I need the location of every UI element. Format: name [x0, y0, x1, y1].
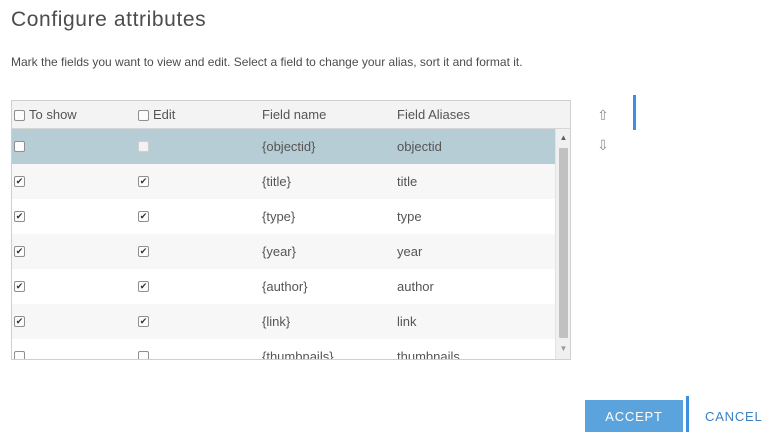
header-to-show[interactable]: To show [14, 101, 77, 129]
arrow-down-icon[interactable]: ⇩ [592, 134, 614, 156]
focus-indicator [633, 95, 636, 130]
header-field-aliases-label: Field Aliases [397, 107, 470, 122]
show-checkbox[interactable]: ✔ [14, 246, 25, 257]
field-alias-cell[interactable]: author [397, 269, 434, 304]
table-row[interactable]: ✔ ✔ {link} link [12, 304, 555, 339]
table-body: {objectid} objectid ✔ ✔ {title} title ✔ ✔ {type}… [12, 129, 555, 360]
cell-edit: ✔ [138, 199, 149, 234]
field-alias-cell[interactable]: type [397, 199, 422, 234]
field-name-cell: {title} [262, 174, 291, 189]
field-name-cell: {objectid} [262, 139, 316, 154]
cell-edit [138, 339, 149, 359]
show-checkbox[interactable]: ✔ [14, 316, 25, 327]
table-scrollbar[interactable]: ▲ ▼ [555, 129, 570, 359]
edit-checkbox[interactable]: ✔ [138, 281, 149, 292]
header-field-name-label: Field name [262, 107, 327, 122]
field-name-cell: {link} [262, 314, 291, 329]
cell-to-show: ✔ [14, 234, 25, 269]
table-row[interactable]: ✔ ✔ {year} year [12, 234, 555, 269]
field-name-cell: {year} [262, 244, 296, 259]
field-alias-cell[interactable]: year [397, 234, 422, 269]
header-edit[interactable]: Edit [138, 101, 175, 129]
cell-edit [138, 129, 149, 164]
cell-edit: ✔ [138, 304, 149, 339]
show-checkbox[interactable]: ✔ [14, 281, 25, 292]
field-alias-cell[interactable]: link [397, 304, 417, 339]
scroll-up-icon[interactable]: ▲ [556, 129, 570, 146]
cell-to-show: ✔ [14, 199, 25, 234]
focus-indicator-buttons [686, 396, 689, 432]
edit-checkbox[interactable] [138, 351, 149, 359]
cell-edit: ✔ [138, 164, 149, 199]
field-name-cell: {author} [262, 279, 308, 294]
cell-edit: ✔ [138, 269, 149, 304]
dialog-description: Mark the fields you want to view and edi… [11, 55, 523, 69]
scrollbar-thumb[interactable] [559, 148, 568, 338]
dialog-title: Configure attributes [11, 8, 207, 31]
field-name-cell: {type} [262, 209, 296, 224]
table-row[interactable]: {thumbnails} thumbnails [12, 339, 555, 360]
select-all-edit-checkbox[interactable] [138, 109, 149, 121]
edit-checkbox[interactable]: ✔ [138, 176, 149, 187]
edit-checkbox[interactable]: ✔ [138, 211, 149, 222]
header-edit-label: Edit [153, 107, 176, 122]
edit-checkbox[interactable]: ✔ [138, 316, 149, 327]
accept-button[interactable]: ACCEPT [585, 400, 683, 432]
edit-checkbox [138, 141, 149, 152]
cell-to-show [14, 129, 25, 164]
arrow-up-icon[interactable]: ⇧ [592, 104, 614, 126]
show-checkbox[interactable] [14, 141, 25, 152]
cell-to-show [14, 339, 25, 359]
table-row[interactable]: ✔ ✔ {title} title [12, 164, 555, 199]
table-row[interactable]: ✔ ✔ {type} type [12, 199, 555, 234]
cell-to-show: ✔ [14, 164, 25, 199]
header-field-name: Field name [262, 101, 326, 129]
cell-to-show: ✔ [14, 304, 25, 339]
table-header: To show Edit Field name Field Aliases [12, 101, 570, 129]
cell-to-show: ✔ [14, 269, 25, 304]
show-checkbox[interactable]: ✔ [14, 176, 25, 187]
field-alias-cell[interactable]: thumbnails [397, 339, 460, 359]
show-checkbox[interactable]: ✔ [14, 211, 25, 222]
show-checkbox[interactable] [14, 351, 25, 359]
field-name-cell: {thumbnails} [262, 349, 334, 360]
header-field-aliases: Field Aliases [397, 101, 470, 129]
header-to-show-label: To show [29, 107, 77, 122]
field-alias-cell[interactable]: objectid [397, 129, 442, 164]
select-all-show-checkbox[interactable] [14, 109, 25, 121]
field-alias-cell[interactable]: title [397, 164, 417, 199]
scroll-down-icon[interactable]: ▼ [556, 340, 570, 357]
table-row[interactable]: ✔ ✔ {author} author [12, 269, 555, 304]
attributes-table: To show Edit Field name Field Aliases {o… [11, 100, 571, 360]
table-row[interactable]: {objectid} objectid [12, 129, 555, 164]
cancel-button[interactable]: CANCEL [705, 400, 774, 432]
cell-edit: ✔ [138, 234, 149, 269]
edit-checkbox[interactable]: ✔ [138, 246, 149, 257]
